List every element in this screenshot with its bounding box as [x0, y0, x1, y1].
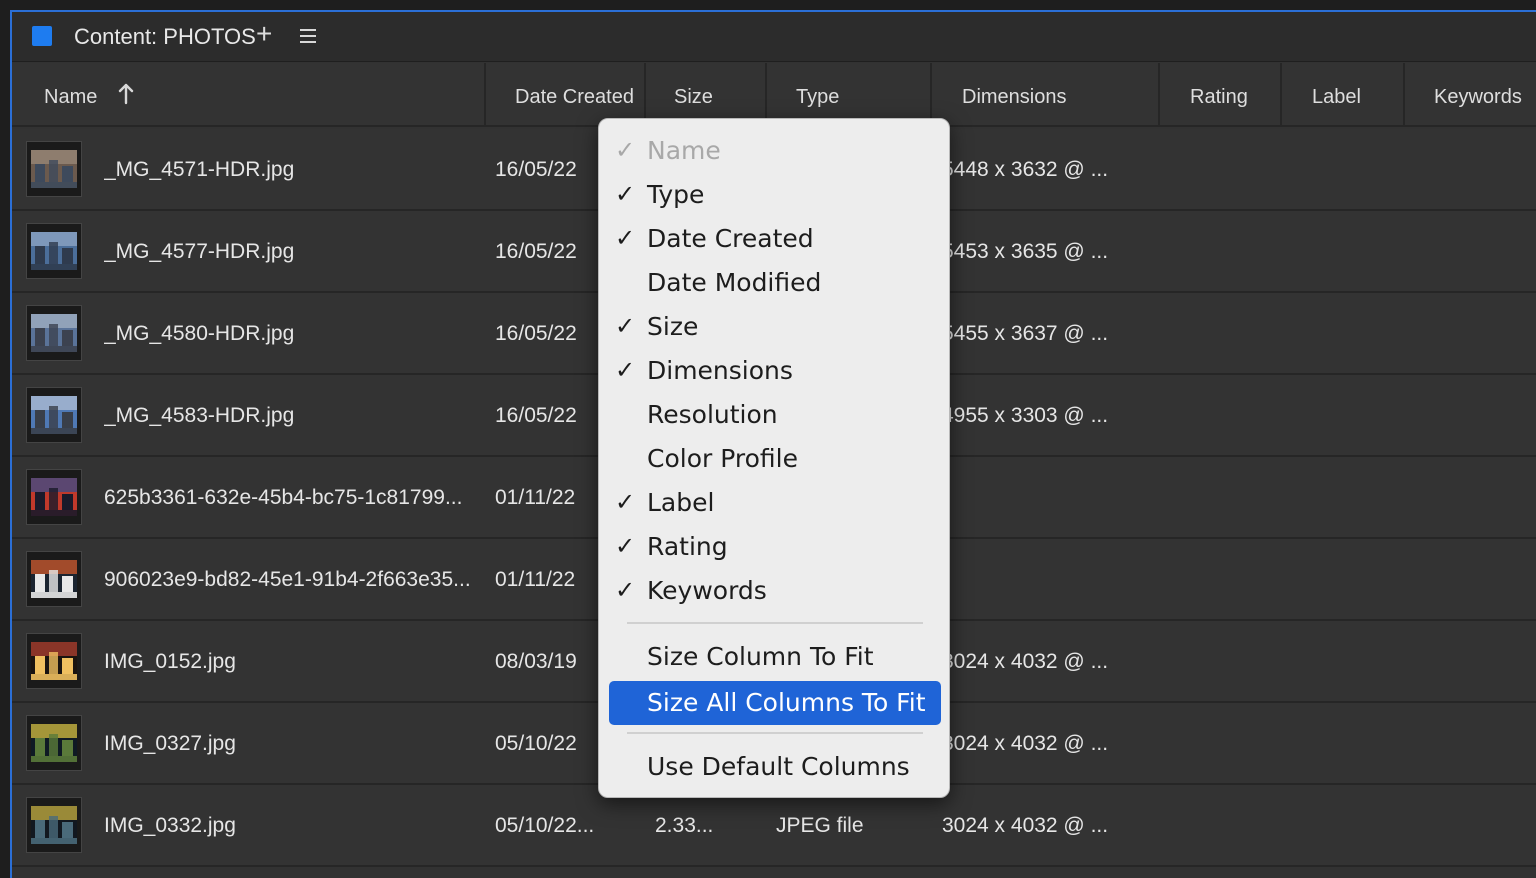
photo-thumbnail[interactable] — [26, 469, 82, 525]
image-icon — [31, 478, 77, 516]
row-name: 625b3361-632e-45b4-bc75-1c81799... — [104, 486, 463, 509]
menu-item-name: ✓ Name — [609, 131, 941, 171]
column-header-rating[interactable]: Rating — [1190, 63, 1248, 127]
menu-item-label: Label — [647, 488, 715, 517]
menu-item-label: Color Profile — [647, 444, 798, 473]
photo-thumbnail[interactable] — [26, 223, 82, 279]
menu-item-label[interactable]: ✓ Label — [609, 483, 941, 523]
menu-item-label: Size Column To Fit — [647, 642, 874, 671]
menu-item-rating[interactable]: ✓ Rating — [609, 527, 941, 567]
row-name: _MG_4583-HDR.jpg — [104, 404, 295, 427]
row-dimensions: 3024 x 4032 @ ... — [942, 650, 1109, 673]
menu-item-label: Keywords — [647, 576, 767, 605]
menu-item-size-column-to-fit[interactable]: Size Column To Fit — [609, 637, 941, 677]
column-header-name[interactable]: Name — [44, 63, 97, 127]
row-name: _MG_4571-HDR.jpg — [104, 158, 295, 181]
row-dimensions: 3024 x 4032 @ ... — [942, 732, 1109, 755]
menu-item-dimensions[interactable]: ✓ Dimensions — [609, 351, 941, 391]
menu-item-date-created[interactable]: ✓ Date Created — [609, 219, 941, 259]
menu-item-label: Name — [647, 136, 721, 165]
photo-thumbnail[interactable] — [26, 387, 82, 443]
row-name: 906023e9-bd82-45e1-91b4-2f663e35... — [104, 568, 471, 591]
panel-color-swatch — [32, 26, 52, 46]
row-dimensions — [942, 457, 1152, 539]
checkmark-icon: ✓ — [615, 224, 636, 252]
image-icon — [31, 314, 77, 352]
hamburger-icon[interactable] — [300, 29, 316, 43]
image-icon — [31, 642, 77, 680]
column-context-menu: ✓ Name ✓ Type ✓ Date Created Date Modified ✓ Siz… — [598, 118, 950, 798]
plus-icon[interactable]: + — [256, 20, 272, 48]
menu-item-label: Dimensions — [647, 356, 793, 385]
menu-item-use-default-columns[interactable]: Use Default Columns — [609, 747, 941, 787]
row-name: _MG_4580-HDR.jpg — [104, 322, 295, 345]
menu-item-label: Size — [647, 312, 699, 341]
column-divider[interactable] — [1403, 63, 1405, 127]
menu-item-keywords[interactable]: ✓ Keywords — [609, 571, 941, 611]
menu-item-type[interactable]: ✓ Type — [609, 175, 941, 215]
panel-header: Content: PHOTOS + — [12, 12, 1536, 62]
photo-thumbnail[interactable] — [26, 551, 82, 607]
sort-ascending-icon[interactable] — [118, 83, 134, 105]
menu-item-label: Date Created — [647, 224, 814, 253]
column-divider[interactable] — [1280, 63, 1282, 127]
image-icon — [31, 724, 77, 762]
menu-item-label: Resolution — [647, 400, 778, 429]
row-name: _MG_4577-HDR.jpg — [104, 240, 295, 263]
row-dimensions: 5455 x 3637 @ ... — [942, 322, 1109, 345]
content-panel: Content: PHOTOS + Name Date Created Size… — [10, 10, 1536, 878]
image-icon — [31, 232, 77, 270]
photo-thumbnail[interactable] — [26, 715, 82, 771]
row-dimensions: 4955 x 3303 @ ... — [942, 404, 1109, 427]
menu-item-label: Use Default Columns — [647, 752, 910, 781]
row-dimensions: 3024 x 4032 @ ... — [942, 814, 1109, 837]
image-icon — [31, 560, 77, 598]
column-header-dimensions[interactable]: Dimensions — [962, 63, 1066, 127]
photo-thumbnail[interactable] — [26, 797, 82, 853]
menu-item-size-all-columns-to-fit[interactable]: Size All Columns To Fit — [609, 681, 941, 725]
photo-thumbnail[interactable] — [26, 633, 82, 689]
row-name: IMG_0332.jpg — [104, 814, 236, 837]
photo-thumbnail[interactable] — [26, 141, 82, 197]
row-dimensions: 5448 x 3632 @ ... — [942, 158, 1109, 181]
checkmark-icon: ✓ — [615, 488, 636, 516]
image-icon — [31, 806, 77, 844]
menu-item-label: Size All Columns To Fit — [647, 688, 926, 717]
checkmark-icon: ✓ — [615, 356, 636, 384]
photo-thumbnail[interactable] — [26, 305, 82, 361]
menu-item-resolution[interactable]: Resolution — [609, 395, 941, 435]
checkmark-icon: ✓ — [615, 576, 636, 604]
row-dimensions — [942, 539, 1152, 621]
menu-separator — [627, 732, 923, 734]
checkmark-icon: ✓ — [615, 180, 636, 208]
column-header-keywords[interactable]: Keywords — [1434, 63, 1522, 127]
checkmark-icon: ✓ — [615, 136, 636, 164]
menu-separator — [627, 622, 923, 624]
row-name: IMG_0152.jpg — [104, 650, 236, 673]
image-icon — [31, 150, 77, 188]
panel-title[interactable]: Content: PHOTOS — [74, 24, 256, 50]
row-name: IMG_0327.jpg — [104, 732, 236, 755]
menu-item-label: Type — [647, 180, 705, 209]
checkmark-icon: ✓ — [615, 312, 636, 340]
column-header-label[interactable]: Label — [1312, 63, 1361, 127]
column-divider[interactable] — [1158, 63, 1160, 127]
menu-item-color-profile[interactable]: Color Profile — [609, 439, 941, 479]
image-icon — [31, 396, 77, 434]
menu-item-label: Rating — [647, 532, 728, 561]
menu-item-date-modified[interactable]: Date Modified — [609, 263, 941, 303]
menu-item-label: Date Modified — [647, 268, 822, 297]
column-divider[interactable] — [484, 63, 486, 127]
row-dimensions: 5453 x 3635 @ ... — [942, 240, 1109, 263]
checkmark-icon: ✓ — [615, 532, 636, 560]
menu-item-size[interactable]: ✓ Size — [609, 307, 941, 347]
